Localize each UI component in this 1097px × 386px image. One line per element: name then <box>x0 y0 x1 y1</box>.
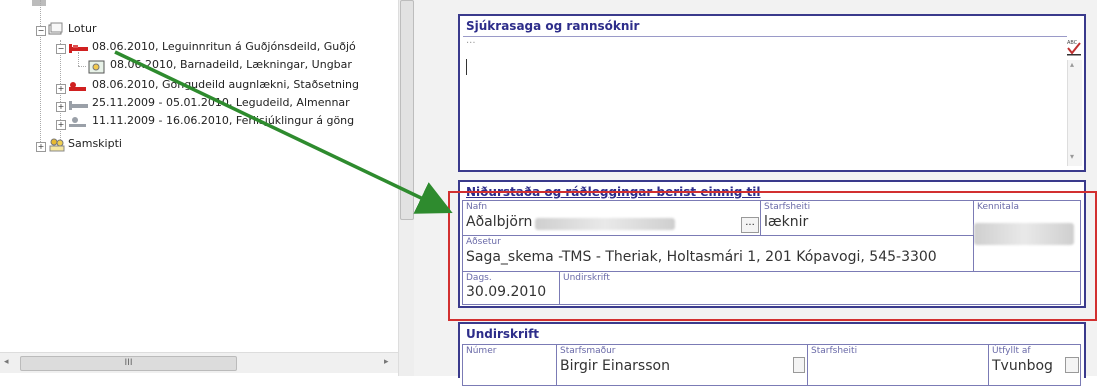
annotation-arrow <box>114 50 453 214</box>
